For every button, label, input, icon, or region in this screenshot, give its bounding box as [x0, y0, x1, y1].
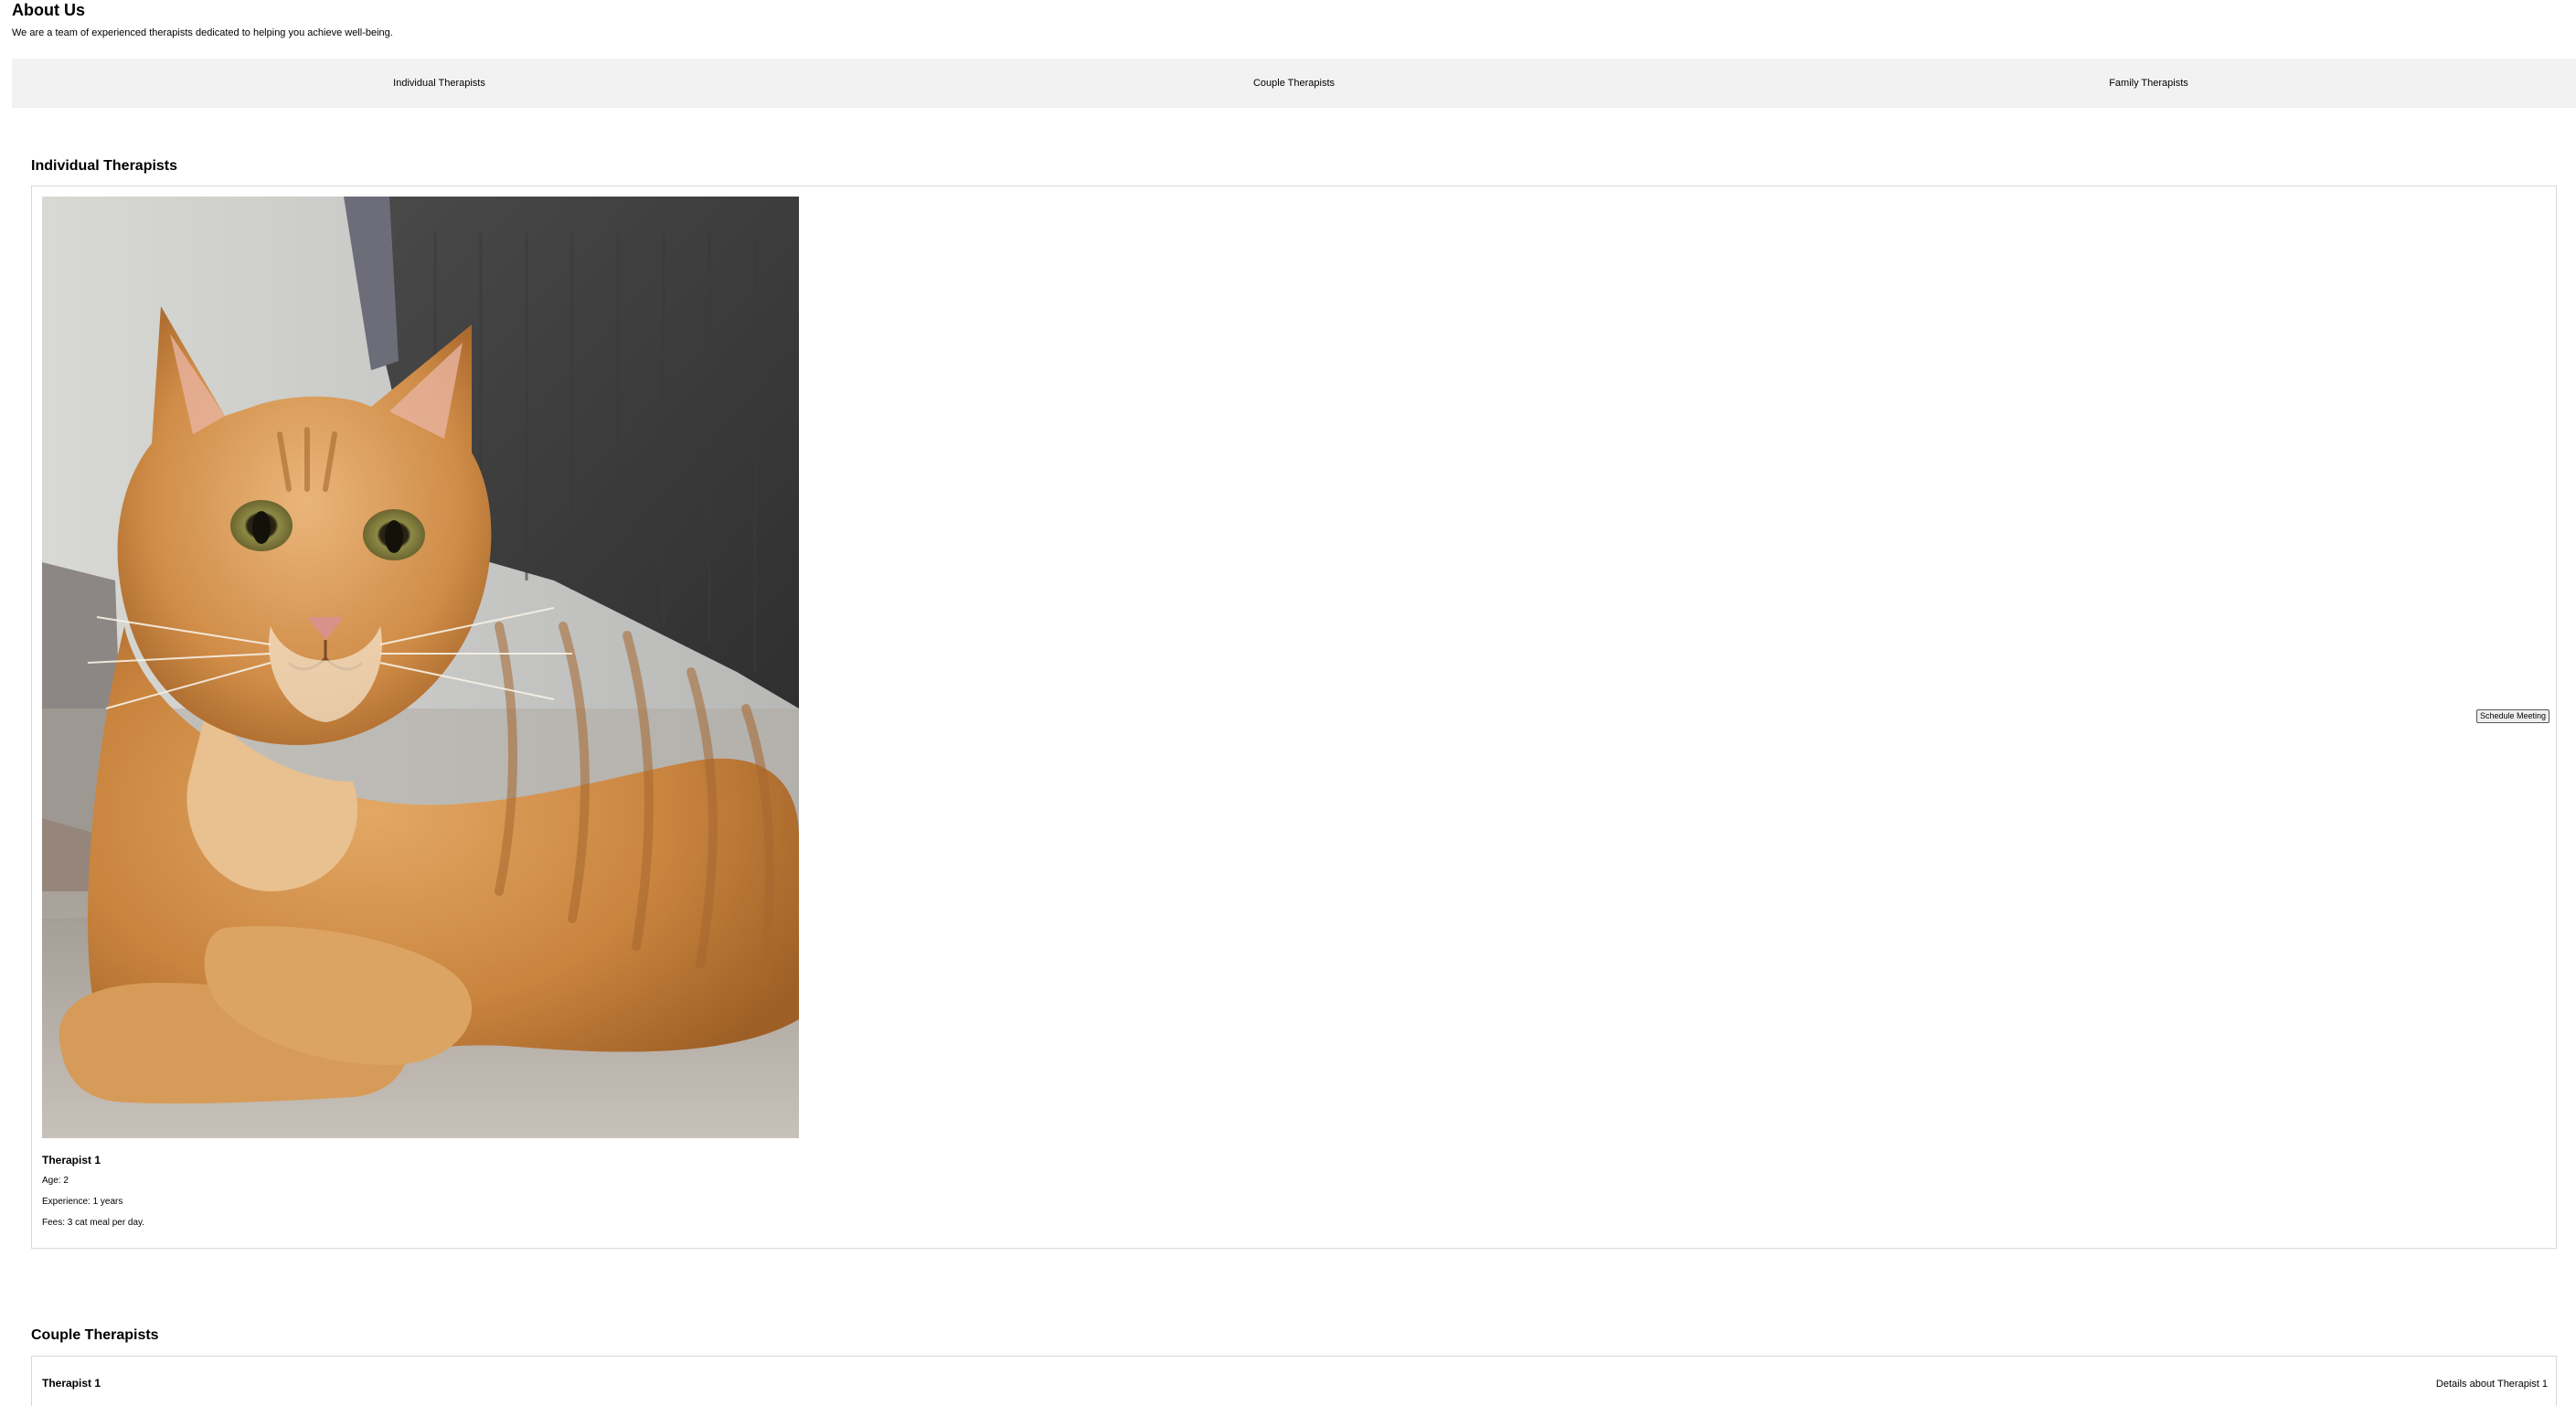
- about-description: We are a team of experienced therapists …: [12, 27, 393, 38]
- individual-therapists-heading: Individual Therapists: [31, 158, 178, 174]
- therapist-details-text: Details about Therapist 1: [2435, 1379, 2548, 1390]
- therapist-photo: [42, 197, 799, 1138]
- couple-therapist-name: Therapist 1: [42, 1377, 101, 1390]
- page: About Us We are a team of experienced th…: [0, 0, 2576, 1406]
- nav-item-couple-therapists[interactable]: Couple Therapists: [867, 77, 1721, 90]
- about-title: About Us: [12, 1, 85, 19]
- nav-item-family-therapists[interactable]: Family Therapists: [1721, 77, 2576, 90]
- schedule-meeting-button[interactable]: Schedule Meeting: [2476, 709, 2550, 723]
- therapist-card: Therapist 1 Age: 2 Experience: 1 years F…: [31, 186, 2557, 1249]
- therapist-name: Therapist 1: [42, 1154, 101, 1166]
- couple-therapist-card: Therapist 1 Details about Therapist 1: [31, 1356, 2557, 1406]
- therapist-experience: Experience: 1 years: [42, 1197, 123, 1207]
- therapist-fees: Fees: 3 cat meal per day.: [42, 1218, 145, 1228]
- nav-item-individual-therapists[interactable]: Individual Therapists: [12, 77, 867, 90]
- couple-therapists-heading: Couple Therapists: [31, 1327, 159, 1343]
- therapist-age: Age: 2: [42, 1176, 69, 1186]
- therapist-category-nav: Individual Therapists Couple Therapists …: [12, 59, 2576, 108]
